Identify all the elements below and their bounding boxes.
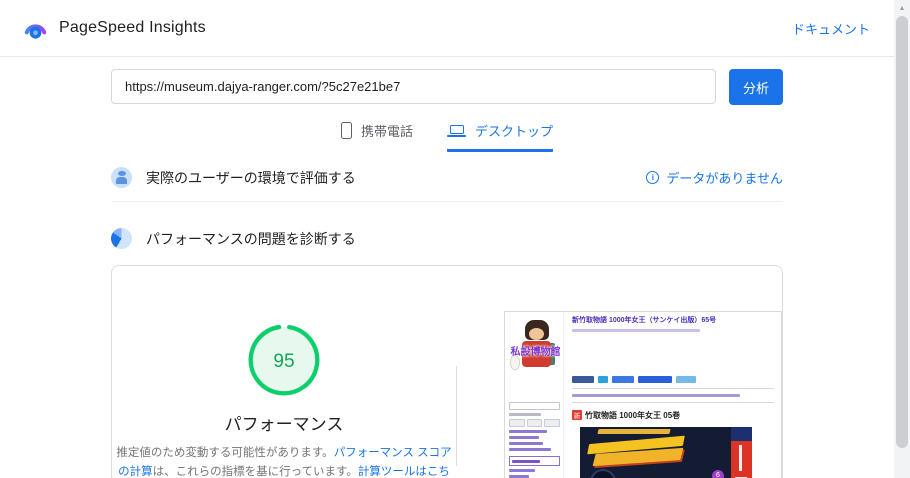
phone-icon bbox=[340, 122, 352, 139]
thumb-comic-cover-image: 6 bbox=[580, 426, 752, 478]
thumb-tagline-bar bbox=[572, 328, 700, 332]
thumb-site-mascot-image: 私設博物館 bbox=[509, 315, 561, 399]
no-data-label: データがありません bbox=[666, 171, 783, 186]
thumb-sidebar: 私設博物館 bbox=[505, 312, 563, 478]
disclaimer-text-2: は、これらの指標を基に行っています。 bbox=[152, 465, 358, 478]
site-screenshot-thumbnail[interactable]: 私設博物館 新竹取物語 1000年女王（サンケイ出版）65号 新 竹取物語 10… bbox=[504, 311, 782, 478]
comic-cover-planet bbox=[590, 468, 616, 478]
thumb-new-badge: 新 bbox=[572, 410, 582, 421]
analyze-form: 分析 bbox=[111, 69, 783, 105]
app-header: PageSpeed Insights ドキュメント bbox=[0, 0, 910, 57]
thumb-divider bbox=[572, 387, 774, 389]
score-disclaimer: 推定値のため変動する可能性があります。パフォーマンス スコアの計算は、これらの指… bbox=[116, 444, 452, 478]
users-icon bbox=[111, 167, 132, 188]
thumb-post-title: 新竹取物語 1000年女王（サンケイ出版）65号 bbox=[572, 317, 717, 324]
documentation-link[interactable]: ドキュメント bbox=[792, 19, 870, 38]
tab-desktop-label: デスクトップ bbox=[475, 124, 554, 139]
diagnose-title: パフォーマンスの問題を診断する bbox=[146, 230, 356, 247]
diagnose-section: パフォーマンスの問題を診断する bbox=[111, 228, 783, 249]
url-input[interactable] bbox=[111, 69, 716, 104]
scroll-up-icon[interactable]: ▲ bbox=[894, 0, 910, 16]
tab-desktop[interactable]: デスクトップ bbox=[447, 121, 554, 152]
thumb-text-bar bbox=[509, 413, 541, 416]
thumb-entry-title: 竹取物語 1000年女王 05巻 bbox=[585, 410, 681, 420]
thumb-button-row bbox=[509, 419, 561, 427]
device-tabs: 携帯電話 デスクトップ bbox=[111, 121, 783, 152]
thumb-category-links bbox=[509, 469, 560, 478]
score-value: 95 bbox=[273, 351, 294, 372]
page-title: PageSpeed Insights bbox=[59, 19, 206, 36]
thumb-search-box bbox=[509, 402, 560, 410]
thumb-divider-2 bbox=[572, 401, 774, 403]
field-data-status: i データがありません bbox=[646, 168, 783, 187]
performance-report-card: 95 パフォーマンス 推定値のため変動する可能性があります。パフォーマンス スコ… bbox=[111, 265, 783, 478]
comic-cover-spine bbox=[731, 426, 752, 478]
pagespeed-logo-icon bbox=[24, 23, 47, 39]
laptop-icon bbox=[447, 124, 466, 137]
scrollbar[interactable]: ▲ bbox=[894, 0, 910, 478]
comic-volume-badge: 6 bbox=[712, 469, 724, 478]
field-data-section: 実際のユーザーの環境で評価する i データがありません bbox=[111, 167, 783, 202]
tab-mobile[interactable]: 携帯電話 bbox=[340, 121, 413, 152]
score-column: 95 パフォーマンス 推定値のため変動する可能性があります。パフォーマンス スコ… bbox=[112, 266, 456, 478]
thumb-tags-bar bbox=[572, 393, 740, 397]
scrollbar-thumb[interactable] bbox=[896, 16, 908, 448]
gauge-icon bbox=[111, 228, 132, 249]
field-data-title: 実際のユーザーの環境で評価する bbox=[146, 169, 356, 186]
disclaimer-text-1: 推定値のため変動する可能性があります。 bbox=[116, 447, 334, 459]
screenshot-column: 私設博物館 新竹取物語 1000年女王（サンケイ出版）65号 新 竹取物語 10… bbox=[457, 266, 782, 478]
info-icon[interactable]: i bbox=[646, 171, 660, 184]
thumb-main-column: 新竹取物語 1000年女王（サンケイ出版）65号 新 竹取物語 1000年女王 … bbox=[563, 312, 781, 478]
pagespeed-insights-page: ▲ PageSpeed Insights ドキュメント 分析 bbox=[0, 0, 910, 478]
thumb-nav-links bbox=[509, 430, 560, 451]
thumb-entry-heading: 新 竹取物語 1000年女王 05巻 bbox=[572, 410, 774, 421]
performance-label: パフォーマンス bbox=[224, 415, 344, 434]
analyze-button[interactable]: 分析 bbox=[729, 69, 783, 105]
comic-cover-front: 6 bbox=[580, 426, 731, 478]
thumb-site-banner-text: 私設博物館 bbox=[510, 347, 561, 358]
thumb-social-buttons bbox=[572, 375, 774, 383]
thumb-sidebar-heading-box bbox=[509, 456, 560, 466]
main-content: 分析 携帯電話 デスクトップ 実際のユーザーの環境で評価する bbox=[0, 69, 894, 478]
performance-score-gauge: 95 bbox=[248, 324, 320, 396]
tab-mobile-label: 携帯電話 bbox=[360, 124, 413, 139]
